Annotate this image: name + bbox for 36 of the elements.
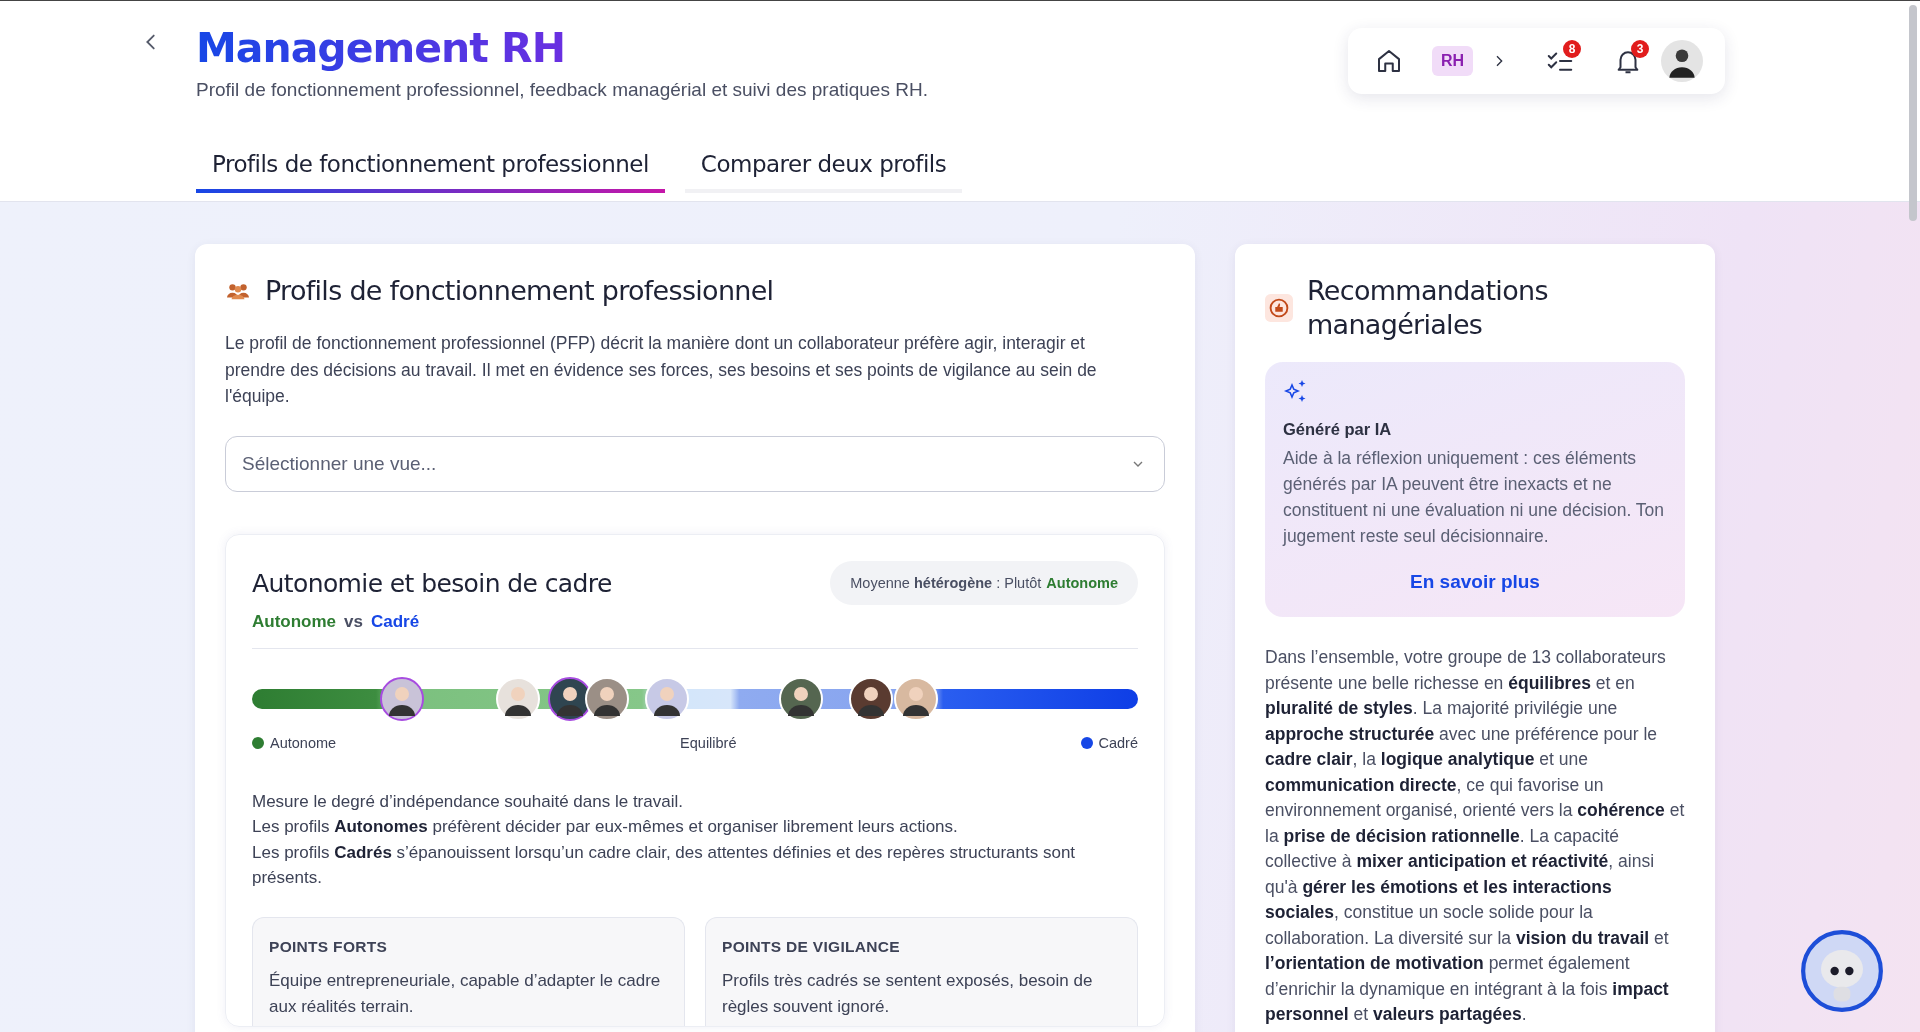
panel-title: POINTS DE VIGILANCE	[722, 937, 901, 956]
average-value: Autonome	[1046, 574, 1118, 591]
explanation-text: Mesure le degré d’indépendance souhaité dans le travail.	[252, 790, 684, 813]
assistant-button[interactable]	[1800, 929, 1884, 1013]
view-select[interactable]: Sélectionner une vue...	[225, 435, 1165, 492]
ai-notice-text: Aide à la réflexion uniquement : ces éléments générés par IA peuvent être inexacts et ne constituent ni une évaluation ni une décision. Ton jugement reste seul décisionnaire.	[1283, 447, 1666, 548]
rh-badge[interactable]: RH	[1431, 46, 1473, 76]
recommendation-text: Dans l’ensemble, votre groupe de 13 collaborateurs présente une belle richesse en équilibres et en pluralité de styles. La majorité privilégie une approche structurée avec une préférence pour le cadre clair, la logique analytique et une communication directe, ce qui favorise un environnement organisé, orienté vers la cohérence et la prise de décision rationnelle. La capacité collective à mixer anticipation et réactivité, ainsi qu'à gérer les émotions et les interactions sociales, constitue un socle solide pour la collaboration. La diversité sur la vision du travail et l’orientation de motivation permet également d’enrichir la dynamique en intégrant à la fois impact personnel et valeurs partagées.	[1265, 646, 1685, 1026]
legend-left: Autonome	[252, 734, 337, 751]
dimension-title: Autonomie et besoin de cadre	[252, 568, 612, 598]
panel-title: POINTS FORTS	[269, 937, 389, 956]
right-pole-label: Cadré	[370, 611, 420, 632]
notification-count-badge: 3	[1631, 40, 1649, 58]
card-title: Profils de fonctionnement professionnel	[265, 274, 774, 308]
scrollbar[interactable]	[1909, 5, 1917, 221]
legend-middle: Equilibré	[680, 734, 737, 751]
explanation-text: Les profils Autonomes préfèrent décider par eux-mêmes et organiser librement leurs actions.	[252, 816, 959, 838]
card-description: Le profil de fonctionnement professionnel (PFP) décrit la manière dont un collaborateur préfère agir, interagir et prendre des décisions au travail. Il met en évidence ses forces, ses besoins et ses points de vigilance au sein de l'équipe.	[225, 332, 1098, 408]
page-subtitle: Profil de fonctionnement professionnel, feedback managérial et suivi des pratiques RH.	[196, 79, 928, 101]
tab[interactable]: Comparer deux profils	[684, 151, 963, 193]
vs-label: vs	[344, 611, 363, 632]
avatar[interactable]	[379, 676, 424, 721]
ai-notice-title: Généré par IA	[1283, 420, 1393, 439]
explanation-text: Les profils Cadrés s’épanouissent lorsqu’un cadre clair, des attentes définies et des repères structurants sont présents.	[252, 841, 1077, 889]
panel-text: Équipe entrepreneuriale, capable d’adapter le cadre aux réalités terrain.	[269, 969, 662, 1018]
sparkle-icon	[1283, 378, 1309, 404]
average-label: Moyenne hétérogène : Plutôt	[850, 574, 1042, 591]
thumb-up-icon	[1265, 294, 1293, 322]
left-pole-label: Autonome	[252, 611, 337, 632]
legend-right: Cadré	[1080, 734, 1138, 751]
user-avatar[interactable]	[1661, 40, 1703, 82]
tab[interactable]: Profils de fonctionnement professionnel	[196, 151, 665, 193]
panel-text: Profils très cadrés se sentent exposés, besoin de règles souvent ignoré.	[722, 969, 1094, 1018]
card-title: Recommandations managériales	[1307, 274, 1549, 342]
task-count-badge: 8	[1563, 40, 1581, 58]
learn-more-link[interactable]: En savoir plus	[1410, 571, 1540, 593]
